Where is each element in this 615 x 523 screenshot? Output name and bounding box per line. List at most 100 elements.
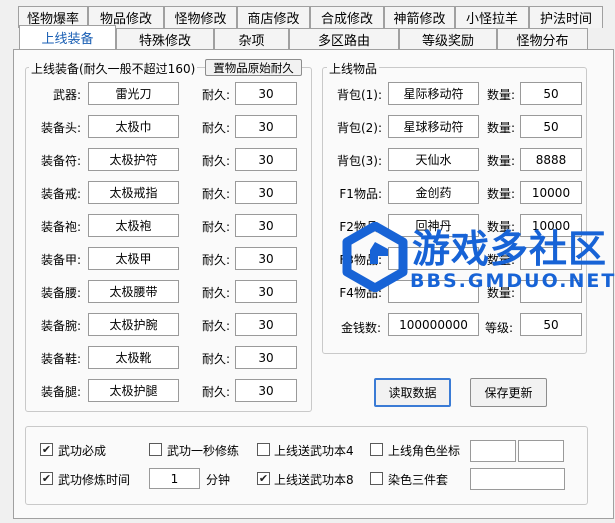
equip-slot-label: 装备符:: [40, 154, 81, 168]
durability-label: 耐久:: [201, 121, 230, 135]
item-name-field[interactable]: 星球移动符: [388, 115, 479, 138]
equip-slot-label: 装备腕:: [40, 319, 81, 333]
martial-train-time-label: 武功修炼时间: [58, 473, 131, 487]
equip-item-field[interactable]: 太极巾: [88, 115, 179, 138]
quantity-label: 数量:: [486, 187, 515, 201]
online-role-coords-label: 上线角色坐标: [388, 444, 461, 458]
tab-6[interactable]: 神箭修改: [384, 6, 455, 28]
train-minutes-field[interactable]: 1: [149, 468, 200, 489]
equip-slot-label: 装备袍:: [40, 220, 81, 234]
tab-row2-5[interactable]: 等级奖励: [399, 28, 497, 49]
save-update-button[interactable]: 保存更新: [470, 378, 547, 407]
online-martial-4-label: 上线送武功本4: [274, 444, 354, 458]
durability-label: 耐久:: [201, 286, 230, 300]
online-martial-8-label: 上线送武功本8: [274, 473, 354, 487]
equip-slot-label: 装备头:: [40, 121, 81, 135]
durability-field[interactable]: 30: [235, 148, 297, 171]
durability-field[interactable]: 30: [235, 379, 297, 402]
watermark-site: BBS.GMDUO.NET: [410, 270, 615, 292]
online-martial-4-checkbox[interactable]: [257, 443, 270, 456]
equip-item-field[interactable]: 太极护腕: [88, 313, 179, 336]
martial-must-succeed-label: 武功必成: [58, 444, 107, 458]
quantity-label: 数量:: [486, 154, 515, 168]
quantity-field[interactable]: 50: [520, 82, 582, 105]
tab-row2-4[interactable]: 多区路由: [289, 28, 399, 49]
equip-item-field[interactable]: 太极护符: [88, 148, 179, 171]
options-group: [25, 426, 588, 505]
durability-label: 耐久:: [201, 154, 230, 168]
durability-field[interactable]: 30: [235, 313, 297, 336]
martial-must-succeed-checkbox[interactable]: ✔: [40, 443, 53, 456]
durability-label: 耐久:: [201, 220, 230, 234]
item-name-field[interactable]: 天仙水: [388, 148, 479, 171]
durability-field[interactable]: 30: [235, 115, 297, 138]
equip-item-field[interactable]: 太极护腿: [88, 379, 179, 402]
reset-durability-button[interactable]: 置物品原始耐久: [205, 59, 302, 76]
minutes-unit-label: 分钟: [206, 473, 231, 487]
item-slot-label: 背包(2):: [336, 121, 382, 135]
online-martial-8-checkbox[interactable]: ✔: [257, 472, 270, 485]
tab-7[interactable]: 小怪拉羊: [455, 6, 529, 28]
online-role-coords-checkbox[interactable]: [370, 443, 383, 456]
money-label: 金钱数:: [340, 321, 381, 335]
watermark-logo-icon: [342, 222, 408, 292]
watermark-brand: 游戏多社区: [412, 227, 608, 271]
level-label: 等级:: [484, 321, 513, 335]
martial-one-sec-checkbox[interactable]: [149, 443, 162, 456]
durability-field[interactable]: 30: [235, 280, 297, 303]
equip-slot-label: 装备鞋:: [40, 352, 81, 366]
equip-item-field[interactable]: 太极甲: [88, 247, 179, 270]
tab-online-equip[interactable]: 上线装备: [19, 25, 116, 49]
durability-label: 耐久:: [201, 319, 230, 333]
durability-label: 耐久:: [201, 385, 230, 399]
tab-4[interactable]: 商店修改: [237, 6, 310, 28]
level-field[interactable]: 50: [520, 313, 582, 336]
coord-x-field[interactable]: [470, 440, 516, 462]
quantity-field[interactable]: 50: [520, 115, 582, 138]
equip-item-field[interactable]: 太极袍: [88, 214, 179, 237]
dye-three-set-checkbox[interactable]: [370, 472, 383, 485]
tab-row2-2[interactable]: 特殊修改: [116, 28, 214, 49]
durability-label: 耐久:: [201, 88, 230, 102]
watermark: 游戏多社区 BBS.GMDUO.NET: [340, 218, 615, 304]
durability-label: 耐久:: [201, 187, 230, 201]
item-name-field[interactable]: 金创药: [388, 181, 479, 204]
item-slot-label: F1物品:: [339, 187, 382, 201]
dye-set-field[interactable]: [470, 468, 565, 490]
durability-label: 耐久:: [201, 352, 230, 366]
martial-train-time-checkbox[interactable]: ✔: [40, 472, 53, 485]
items-group-title: 上线物品: [327, 60, 380, 77]
tab-5[interactable]: 合成修改: [310, 6, 384, 28]
equip-item-field[interactable]: 雷光刀: [88, 82, 179, 105]
equip-slot-label: 装备戒:: [40, 187, 81, 201]
durability-field[interactable]: 30: [235, 214, 297, 237]
equip-item-field[interactable]: 太极靴: [88, 346, 179, 369]
items-group: [322, 67, 587, 354]
durability-field[interactable]: 30: [235, 181, 297, 204]
read-data-button[interactable]: 读取数据: [374, 378, 451, 407]
equip-slot-label: 装备腿:: [40, 385, 81, 399]
dye-three-set-label: 染色三件套: [388, 473, 449, 487]
tab-8[interactable]: 护法时间: [529, 6, 603, 28]
equip-item-field[interactable]: 太极腰带: [88, 280, 179, 303]
quantity-label: 数量:: [486, 121, 515, 135]
equip-slot-label: 装备甲:: [40, 253, 81, 267]
durability-label: 耐久:: [201, 253, 230, 267]
equip-group-title: 上线装备(耐久一般不超过160): [29, 60, 198, 77]
quantity-field[interactable]: 8888: [520, 148, 582, 171]
equip-slot-label: 武器:: [52, 88, 81, 102]
durability-field[interactable]: 30: [235, 82, 297, 105]
money-field[interactable]: 100000000: [388, 313, 479, 336]
item-name-field[interactable]: 星际移动符: [388, 82, 479, 105]
coord-y-field[interactable]: [518, 440, 564, 462]
tab-row2-3[interactable]: 杂项: [214, 28, 289, 49]
equip-item-field[interactable]: 太极戒指: [88, 181, 179, 204]
tab-row2-6[interactable]: 怪物分布: [497, 28, 588, 49]
quantity-label: 数量:: [486, 88, 515, 102]
item-slot-label: 背包(3):: [336, 154, 382, 168]
item-slot-label: 背包(1):: [336, 88, 382, 102]
durability-field[interactable]: 30: [235, 247, 297, 270]
durability-field[interactable]: 30: [235, 346, 297, 369]
quantity-field[interactable]: 10000: [520, 181, 582, 204]
tab-3[interactable]: 怪物修改: [164, 6, 237, 28]
